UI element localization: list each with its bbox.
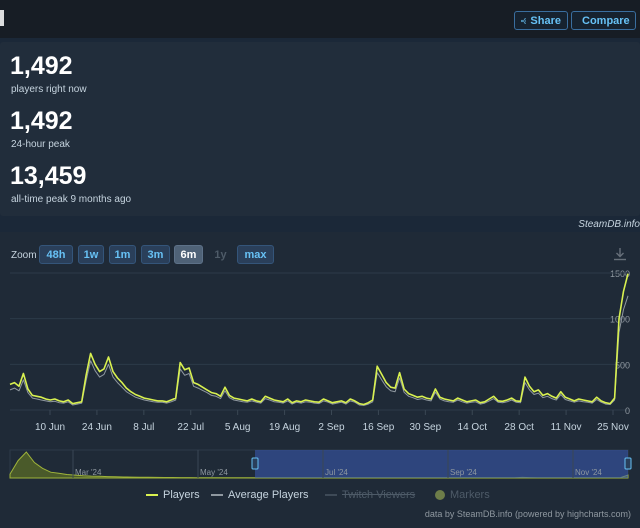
- all-time-peak-label: all-time peak 9 months ago: [11, 194, 132, 205]
- share-button[interactable]: Share: [514, 11, 568, 30]
- chart-panel: [0, 232, 640, 528]
- share-label: Share: [530, 14, 561, 27]
- legend-item-players[interactable]: Players: [146, 489, 200, 501]
- current-players-label: players right now: [11, 84, 87, 95]
- zoom-1y-button: 1y: [214, 248, 227, 261]
- player-stats-panel: 1,492 players right now 1,492 24-hour pe…: [0, 42, 640, 216]
- download-icon[interactable]: [613, 247, 627, 261]
- legend-swatch-average-players: [211, 494, 223, 496]
- compare-button[interactable]: Compare: [571, 11, 636, 30]
- legend-label-twitch-viewers: Twitch Viewers: [342, 489, 416, 501]
- current-players-value: 1,492: [10, 52, 73, 80]
- zoom-6m-button[interactable]: 6m: [174, 245, 203, 264]
- legend-swatch-twitch-viewers: [325, 494, 337, 496]
- legend-swatch-markers: [435, 490, 445, 500]
- chart-footer-credit[interactable]: data by SteamDB.info (powered by highcha…: [425, 509, 631, 519]
- all-time-peak-value: 13,459: [10, 162, 87, 190]
- zoom-label: Zoom: [11, 250, 37, 261]
- legend-item-markers[interactable]: Markers: [435, 489, 490, 501]
- page-title-fragment: [0, 10, 4, 26]
- compare-label: Compare: [582, 14, 630, 27]
- peak-24h-label: 24-hour peak: [11, 139, 70, 150]
- steamdb-credit[interactable]: SteamDB.info: [578, 219, 640, 230]
- chart-legend: Players Average Players Twitch Viewers M…: [0, 489, 640, 505]
- zoom-1m-button[interactable]: 1m: [109, 245, 136, 264]
- zoom-48h-button[interactable]: 48h: [39, 245, 73, 264]
- legend-label-players: Players: [163, 489, 200, 501]
- legend-item-twitch-viewers[interactable]: Twitch Viewers: [325, 489, 415, 501]
- legend-label-average-players: Average Players: [228, 489, 309, 501]
- zoom-3m-button[interactable]: 3m: [141, 245, 170, 264]
- peak-24h-value: 1,492: [10, 107, 73, 135]
- legend-label-markers: Markers: [450, 489, 490, 501]
- legend-item-average-players[interactable]: Average Players: [211, 489, 309, 501]
- top-bar: Share Compare: [0, 0, 640, 38]
- zoom-1w-button[interactable]: 1w: [78, 245, 104, 264]
- share-icon: [521, 17, 527, 24]
- legend-swatch-players: [146, 494, 158, 496]
- zoom-max-button[interactable]: max: [237, 245, 274, 264]
